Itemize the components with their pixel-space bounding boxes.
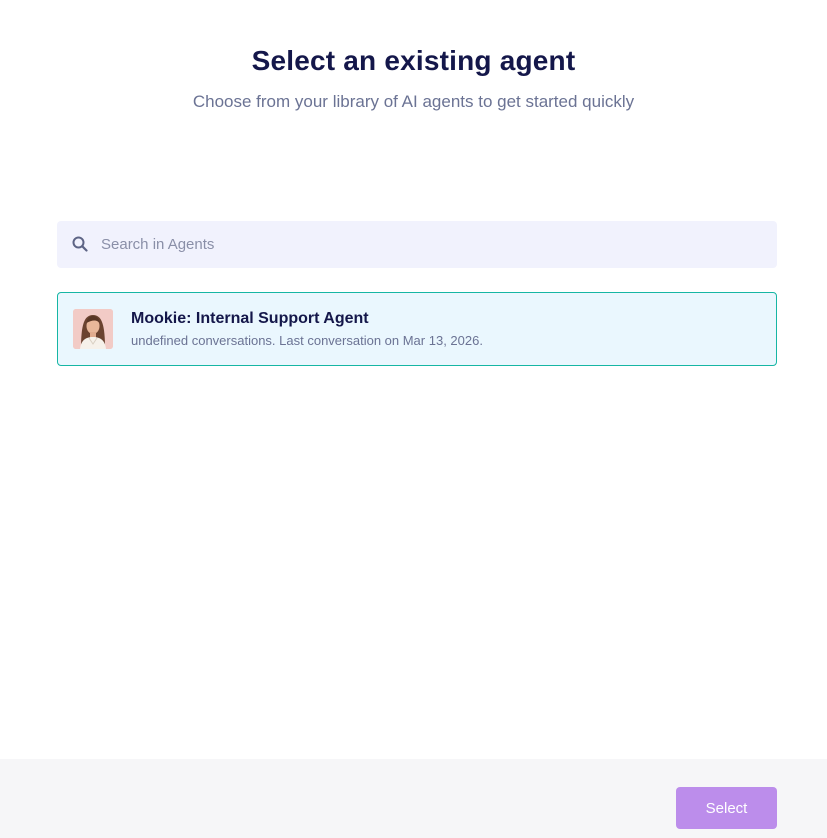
select-agent-dialog: Select an existing agent Choose from you… xyxy=(0,0,827,838)
page-subtitle: Choose from your library of AI agents to… xyxy=(192,92,635,111)
select-button[interactable]: Select xyxy=(676,787,777,829)
search-input[interactable] xyxy=(101,221,761,268)
search-box[interactable] xyxy=(57,221,777,268)
agent-avatar xyxy=(73,309,113,349)
agent-list-item[interactable]: Mookie: Internal Support Agent undefined… xyxy=(57,292,777,366)
dialog-footer: Select xyxy=(0,759,827,838)
page-title: Select an existing agent xyxy=(251,45,576,76)
agent-name: Mookie: Internal Support Agent xyxy=(131,310,369,327)
search-icon xyxy=(72,236,88,252)
agent-meta: undefined conversations. Last conversati… xyxy=(131,333,483,348)
